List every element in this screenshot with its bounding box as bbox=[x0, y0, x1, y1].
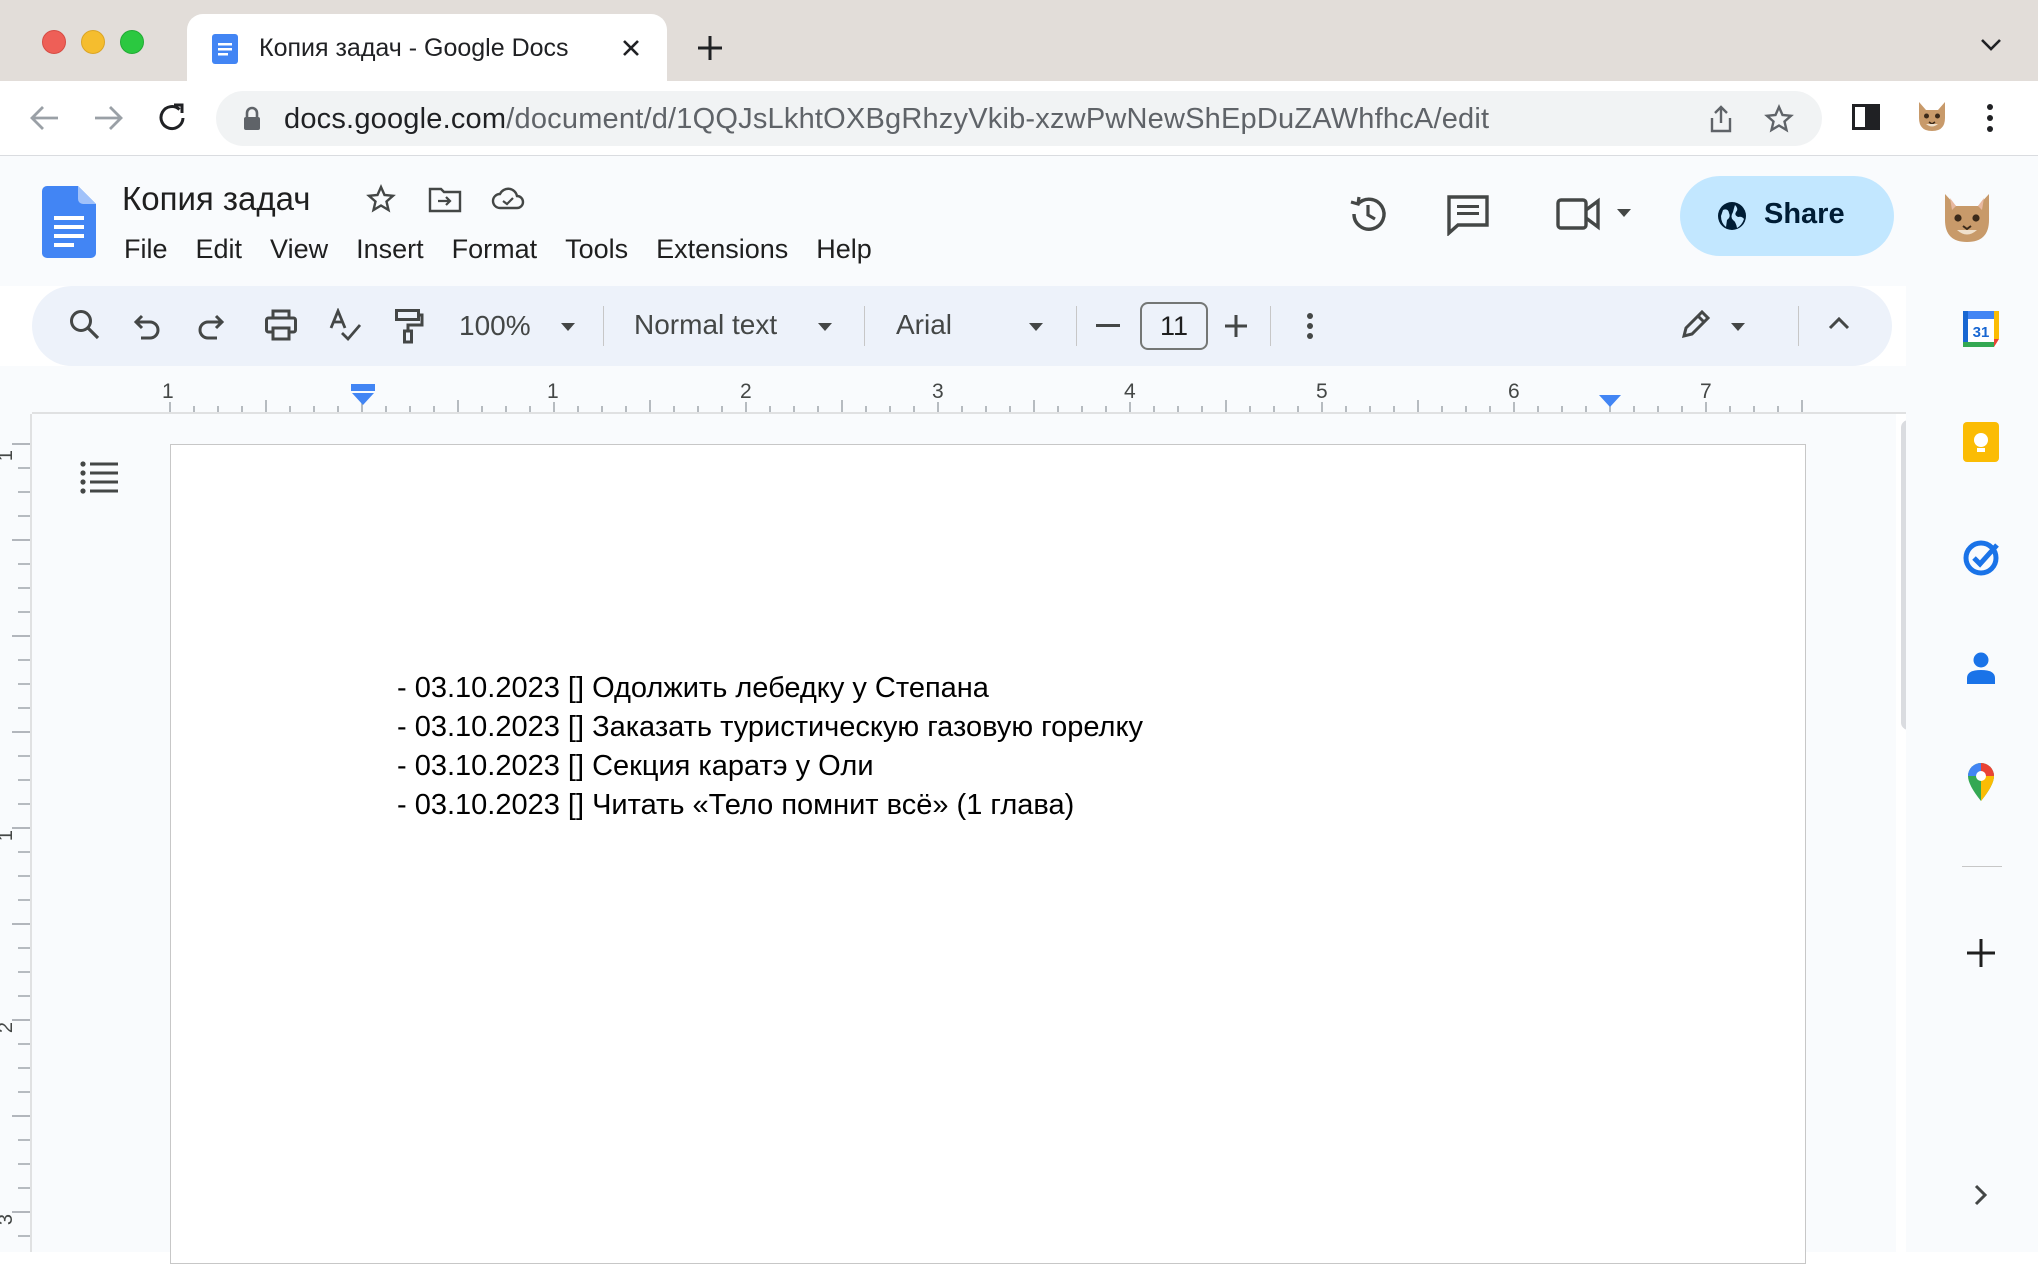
menu-format[interactable]: Format bbox=[438, 230, 552, 269]
ruler-label: 4 bbox=[1124, 380, 1136, 403]
more-vert-icon[interactable] bbox=[1306, 312, 1314, 340]
zoom-select[interactable]: 100% bbox=[459, 310, 531, 342]
document-page[interactable]: - 03.10.2023 [] Одолжить лебедку у Степа… bbox=[170, 444, 1806, 1264]
add-icon[interactable] bbox=[1966, 938, 1996, 968]
share-button[interactable]: Share bbox=[1680, 176, 1894, 256]
caret-down-icon[interactable] bbox=[817, 322, 833, 332]
font-size-input[interactable]: 11 bbox=[1140, 302, 1208, 350]
move-folder-icon[interactable] bbox=[428, 184, 462, 214]
increase-font-size-icon[interactable] bbox=[1224, 314, 1248, 338]
keep-icon[interactable] bbox=[1961, 422, 2001, 462]
tasks-icon[interactable] bbox=[1961, 538, 2001, 578]
back-arrow-icon[interactable] bbox=[28, 101, 62, 135]
menu-file[interactable]: File bbox=[110, 230, 182, 269]
spellcheck-icon[interactable] bbox=[328, 308, 362, 342]
caret-down-icon[interactable] bbox=[1730, 322, 1746, 332]
version-history-icon[interactable] bbox=[1346, 192, 1390, 236]
caret-down-icon[interactable] bbox=[1616, 208, 1632, 218]
star-icon[interactable] bbox=[366, 184, 396, 214]
ruler-label: 1 bbox=[0, 450, 18, 461]
menu-edit[interactable]: Edit bbox=[182, 230, 257, 269]
ruler-label: 6 bbox=[1508, 380, 1520, 403]
redo-icon[interactable] bbox=[196, 308, 226, 342]
right-indent-marker[interactable] bbox=[1598, 394, 1622, 408]
calendar-day: 31 bbox=[1973, 324, 1990, 341]
menu-bar: File Edit View Insert Format Tools Exten… bbox=[110, 230, 886, 269]
docs-header: Копия задач File Edit View Insert Format… bbox=[0, 156, 2038, 286]
chevron-up-icon[interactable] bbox=[1828, 316, 1850, 330]
paragraph-style-select[interactable]: Normal text bbox=[634, 309, 777, 341]
paint-format-icon[interactable] bbox=[394, 308, 424, 344]
side-panel: 31 bbox=[1906, 286, 2038, 1252]
document-body[interactable]: - 03.10.2023 [] Одолжить лебедку у Степа… bbox=[397, 669, 1143, 825]
globe-icon bbox=[1716, 200, 1748, 232]
ruler-label: 1 bbox=[162, 380, 174, 403]
caret-down-icon[interactable] bbox=[1028, 322, 1044, 332]
ruler-label: 2 bbox=[0, 1022, 18, 1033]
ruler-label: 1 bbox=[547, 380, 559, 403]
share-page-icon[interactable] bbox=[1706, 104, 1736, 134]
close-tab-icon[interactable] bbox=[619, 36, 643, 60]
ruler-label: 3 bbox=[0, 1214, 18, 1225]
search-icon[interactable] bbox=[68, 308, 102, 342]
document-outline-icon[interactable] bbox=[80, 460, 118, 494]
maps-icon[interactable] bbox=[1961, 760, 2001, 802]
menu-tools[interactable]: Tools bbox=[551, 230, 642, 269]
left-indent-marker[interactable] bbox=[350, 384, 376, 406]
maximize-window-button[interactable] bbox=[120, 30, 144, 54]
undo-icon[interactable] bbox=[132, 308, 162, 342]
ruler-label: 7 bbox=[1700, 380, 1712, 403]
chevron-down-icon[interactable] bbox=[1980, 38, 2002, 52]
lock-icon[interactable] bbox=[242, 106, 262, 132]
ruler-label: 3 bbox=[932, 380, 944, 403]
calendar-icon[interactable]: 31 bbox=[1961, 309, 2001, 349]
list-item[interactable]: - 03.10.2023 [] Заказать туристическую г… bbox=[397, 708, 1143, 747]
contacts-icon[interactable] bbox=[1961, 648, 2001, 688]
chevron-right-icon[interactable] bbox=[1974, 1184, 1988, 1206]
list-item[interactable]: - 03.10.2023 [] Читать «Тело помнит всё»… bbox=[397, 786, 1143, 825]
document-canvas: - 03.10.2023 [] Одолжить лебедку у Степа… bbox=[32, 414, 1896, 1264]
new-tab-icon[interactable] bbox=[695, 33, 725, 63]
tab-title: Копия задач - Google Docs bbox=[259, 34, 569, 62]
cloud-saved-icon[interactable] bbox=[490, 184, 526, 214]
reload-icon[interactable] bbox=[155, 101, 189, 135]
share-label: Share bbox=[1764, 198, 1845, 230]
decrease-font-size-icon[interactable] bbox=[1096, 324, 1120, 328]
ruler-label: 1 bbox=[0, 830, 18, 841]
browser-tab-active[interactable]: Копия задач - Google Docs bbox=[187, 14, 667, 81]
font-family-select[interactable]: Arial bbox=[896, 309, 952, 341]
list-item[interactable]: - 03.10.2023 [] Одолжить лебедку у Степа… bbox=[397, 669, 1143, 708]
side-panel-icon[interactable] bbox=[1851, 102, 1881, 132]
docs-icon bbox=[211, 34, 239, 64]
menu-view[interactable]: View bbox=[256, 230, 342, 269]
caret-down-icon[interactable] bbox=[560, 322, 576, 332]
bookmark-star-icon[interactable] bbox=[1764, 104, 1794, 134]
browser-tab-strip: Копия задач - Google Docs bbox=[0, 0, 2038, 81]
ruler-label: 5 bbox=[1316, 380, 1328, 403]
divider bbox=[1962, 866, 2002, 867]
print-icon[interactable] bbox=[264, 308, 298, 342]
forward-arrow-icon[interactable] bbox=[91, 101, 125, 135]
menu-help[interactable]: Help bbox=[802, 230, 886, 269]
horizontal-ruler[interactable]: 1 1 2 3 4 5 6 7 bbox=[0, 366, 1906, 414]
document-title-input[interactable]: Копия задач bbox=[122, 180, 310, 218]
comments-icon[interactable] bbox=[1446, 194, 1490, 236]
close-window-button[interactable] bbox=[42, 30, 66, 54]
minimize-window-button[interactable] bbox=[81, 30, 105, 54]
account-avatar[interactable] bbox=[1941, 190, 1993, 246]
formatting-toolbar: 100% Normal text Arial 11 bbox=[32, 286, 1892, 366]
edit-mode-pencil-icon[interactable] bbox=[1680, 308, 1712, 340]
list-item[interactable]: - 03.10.2023 [] Секция каратэ у Оли bbox=[397, 747, 1143, 786]
menu-extensions[interactable]: Extensions bbox=[642, 230, 802, 269]
browser-toolbar: docs.google.com/document/d/1QQJsLkhtOXBg… bbox=[0, 81, 2038, 156]
address-bar[interactable]: docs.google.com/document/d/1QQJsLkhtOXBg… bbox=[216, 91, 1822, 146]
menu-insert[interactable]: Insert bbox=[342, 230, 438, 269]
more-vert-icon[interactable] bbox=[1985, 103, 1995, 133]
vertical-ruler[interactable]: 1 1 2 3 bbox=[0, 414, 32, 1252]
profile-avatar[interactable] bbox=[1914, 98, 1950, 134]
url-text[interactable]: docs.google.com/document/d/1QQJsLkhtOXBg… bbox=[284, 103, 1489, 136]
docs-logo-icon[interactable] bbox=[42, 186, 96, 258]
video-camera-icon[interactable] bbox=[1555, 196, 1601, 232]
ruler-label: 2 bbox=[740, 380, 752, 403]
